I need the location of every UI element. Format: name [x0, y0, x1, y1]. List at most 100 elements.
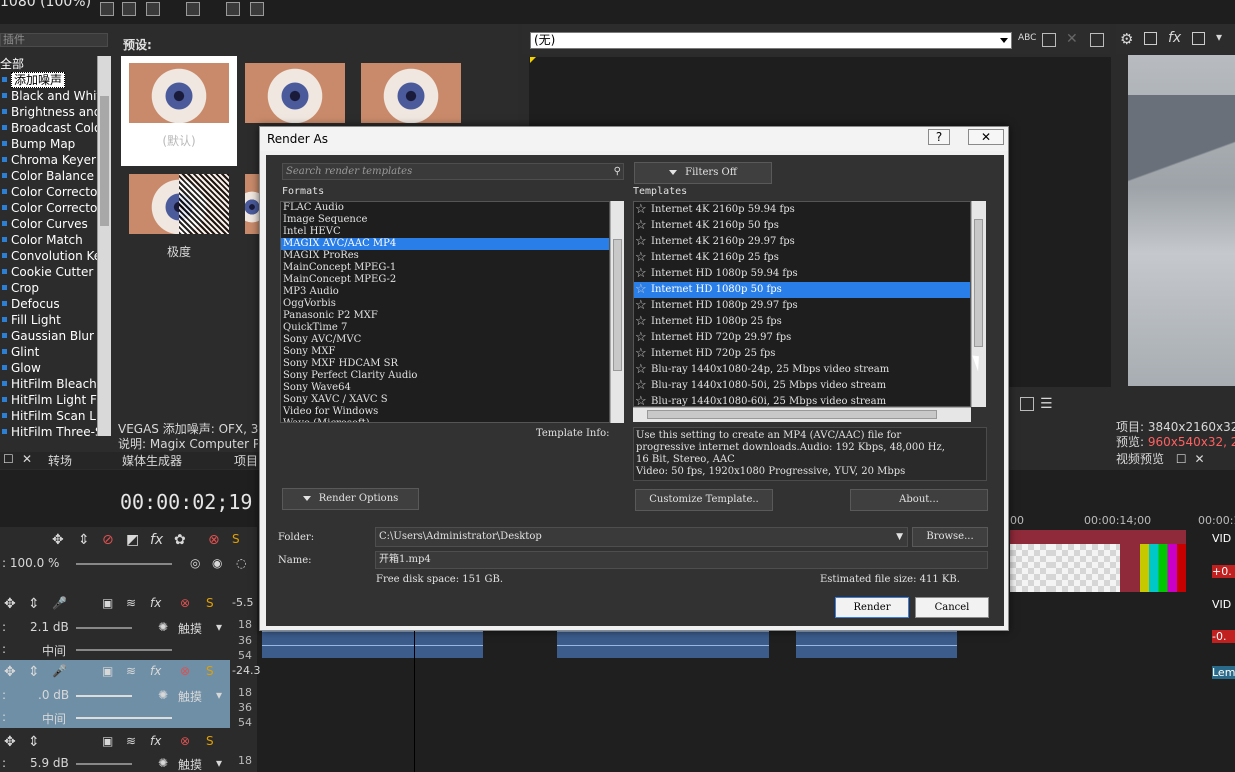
templates-scrollbar[interactable] [971, 201, 986, 407]
template-item[interactable]: Internet HD 720p 25 fps [634, 346, 970, 362]
format-item[interactable]: Sony Wave64 [281, 382, 609, 394]
fx-automation-icon[interactable]: ▣ [102, 734, 113, 748]
search-icon[interactable]: ⚲ [614, 164, 621, 179]
format-item[interactable]: OggVorbis [281, 298, 609, 310]
format-item[interactable]: Video for Windows [281, 406, 609, 418]
tab-transitions[interactable]: 转场 [48, 452, 72, 469]
menu-icon[interactable]: ▾ [1216, 30, 1222, 44]
envelope-icon[interactable]: ≋ [126, 734, 136, 748]
plugin-list-item[interactable]: HitFilm Bleach B [0, 376, 97, 392]
fx-automation-icon[interactable]: ▣ [102, 596, 113, 610]
preset-thumbnail-extreme[interactable] [129, 174, 229, 234]
collapse-icon[interactable]: ⇕ [78, 532, 90, 548]
format-item[interactable]: Image Sequence [281, 214, 609, 226]
format-item[interactable]: Sony AVC/MVC [281, 334, 609, 346]
format-item[interactable]: MainConcept MPEG-1 [281, 262, 609, 274]
solo-icon[interactable]: S [232, 532, 240, 546]
gear-icon[interactable]: ⚙ [1120, 30, 1133, 48]
composite-icon[interactable]: ✿ [174, 532, 186, 548]
format-item[interactable]: Wave (Microsoft) [281, 418, 609, 422]
audio-clip[interactable] [557, 631, 769, 658]
browse-button[interactable]: Browse... [912, 527, 988, 547]
split-view-icon[interactable] [1020, 397, 1034, 411]
automation-icon[interactable]: ✺ [158, 688, 168, 702]
format-item[interactable]: MP3 Audio [281, 286, 609, 298]
undo-icon[interactable] [146, 2, 160, 16]
plugin-list-item[interactable]: Cookie Cutter [0, 264, 97, 280]
format-item[interactable]: Sony MXF HDCAM SR [281, 358, 609, 370]
template-item[interactable]: Internet HD 1080p 50 fps [634, 282, 970, 298]
chevron-down-icon[interactable]: ▾ [216, 620, 222, 634]
template-item[interactable]: Internet HD 720p 29.97 fps [634, 330, 970, 346]
color-bars-clip[interactable] [1140, 544, 1186, 592]
plugin-list-item[interactable]: Bump Map [0, 136, 97, 152]
fx-icon[interactable]: fx [150, 734, 161, 748]
hand-tool-icon[interactable] [226, 2, 240, 16]
solo-icon[interactable]: S [206, 734, 214, 748]
plugin-list-item[interactable]: Color Balance [0, 168, 97, 184]
mic-icon[interactable]: 🎤 [52, 664, 67, 678]
bypass-icon[interactable]: ⊘ [102, 532, 114, 548]
template-item[interactable]: Internet 4K 2160p 59.94 fps [634, 202, 970, 218]
automation-icon[interactable]: ✺ [158, 756, 168, 770]
copy-icon[interactable] [1144, 32, 1157, 45]
close-button[interactable]: ✕ [968, 129, 1004, 145]
plugin-list-item[interactable]: Glint [0, 344, 97, 360]
template-item[interactable]: Internet HD 1080p 29.97 fps [634, 298, 970, 314]
plugin-list-item[interactable]: Glow [0, 360, 97, 376]
template-item[interactable]: Internet HD 1080p 25 fps [634, 314, 970, 330]
redo-icon[interactable] [186, 2, 200, 16]
template-item[interactable]: Internet HD 1080p 59.94 fps [634, 266, 970, 282]
restore-icon[interactable]: ☐ [3, 452, 14, 466]
plugin-list[interactable]: 全部 添加噪声Black and White Brightness and Broa… [0, 56, 97, 436]
plugin-root-item[interactable]: 全部 [0, 56, 97, 72]
template-item[interactable]: Blu-ray 1440x1080-50i, 25 Mbps video str… [634, 378, 970, 394]
about-button[interactable]: About... [850, 489, 988, 511]
plugin-list-item[interactable]: Color Corrector [0, 184, 97, 200]
preset-thumbnail-5[interactable] [245, 174, 259, 234]
plugin-search-input[interactable]: 插件 [0, 33, 108, 47]
mute-icon[interactable]: ⊗ [208, 532, 220, 548]
template-search-input[interactable]: Search render templates ⚲ [282, 163, 624, 180]
format-item[interactable]: Sony Perfect Clarity Audio [281, 370, 609, 382]
move-icon[interactable]: ✥ [52, 532, 64, 548]
template-item[interactable]: Internet 4K 2160p 50 fps [634, 218, 970, 234]
render-button[interactable]: Render [835, 597, 909, 618]
pan-slider[interactable] [76, 717, 172, 719]
mask-icon[interactable]: ◩ [126, 532, 139, 548]
preset-thumbnail-default[interactable] [129, 63, 229, 123]
automation-icon[interactable]: ✺ [158, 620, 168, 634]
video-clip[interactable] [1010, 530, 1050, 592]
format-item[interactable]: Panasonic P2 MXF [281, 310, 609, 322]
help-icon[interactable] [250, 2, 264, 16]
fx-icon[interactable]: fx [1168, 30, 1181, 46]
collapse-icon[interactable]: ⇕ [28, 664, 40, 680]
fx-icon[interactable]: fx [150, 596, 161, 610]
plugin-list-item[interactable]: Broadcast Color [0, 120, 97, 136]
plugin-scrollbar[interactable] [97, 56, 111, 436]
mute-icon[interactable]: ⊗ [180, 664, 190, 678]
envelope-icon[interactable]: ≋ [126, 596, 136, 610]
solo-icon[interactable]: S [206, 664, 214, 678]
automation-mode[interactable]: 触摸 [178, 620, 202, 637]
video-preview-tab[interactable]: 视频预览 ☐ ✕ [1116, 452, 1235, 467]
audio-clip[interactable] [262, 631, 483, 658]
format-item[interactable]: QuickTime 7 [281, 322, 609, 334]
volume-slider[interactable] [76, 763, 132, 765]
preset-thumbnail-2[interactable] [245, 63, 345, 123]
plugin-list-item[interactable]: Color Curves [0, 216, 97, 232]
plugin-list-item[interactable]: Defocus [0, 296, 97, 312]
paste-icon[interactable] [122, 2, 136, 16]
close-icon[interactable]: ✕ [22, 452, 32, 466]
envelope-icon[interactable]: ≋ [126, 664, 136, 678]
scroll-thumb[interactable] [613, 239, 622, 371]
render-options-button[interactable]: Render Options [282, 488, 419, 510]
format-item[interactable]: MainConcept MPEG-2 [281, 274, 609, 286]
format-item[interactable]: FLAC Audio [281, 202, 609, 214]
abc-icon[interactable]: ABC [1018, 33, 1036, 43]
plugin-list-item[interactable]: Gaussian Blur [0, 328, 97, 344]
plugin-list-item[interactable]: HitFilm Scan Lin [0, 408, 97, 424]
fx-automation-icon[interactable]: ▣ [102, 664, 113, 678]
folder-dropdown[interactable]: C:\Users\Administrator\Desktop ▼ [375, 527, 908, 547]
close-icon[interactable]: ✕ [1194, 452, 1204, 466]
